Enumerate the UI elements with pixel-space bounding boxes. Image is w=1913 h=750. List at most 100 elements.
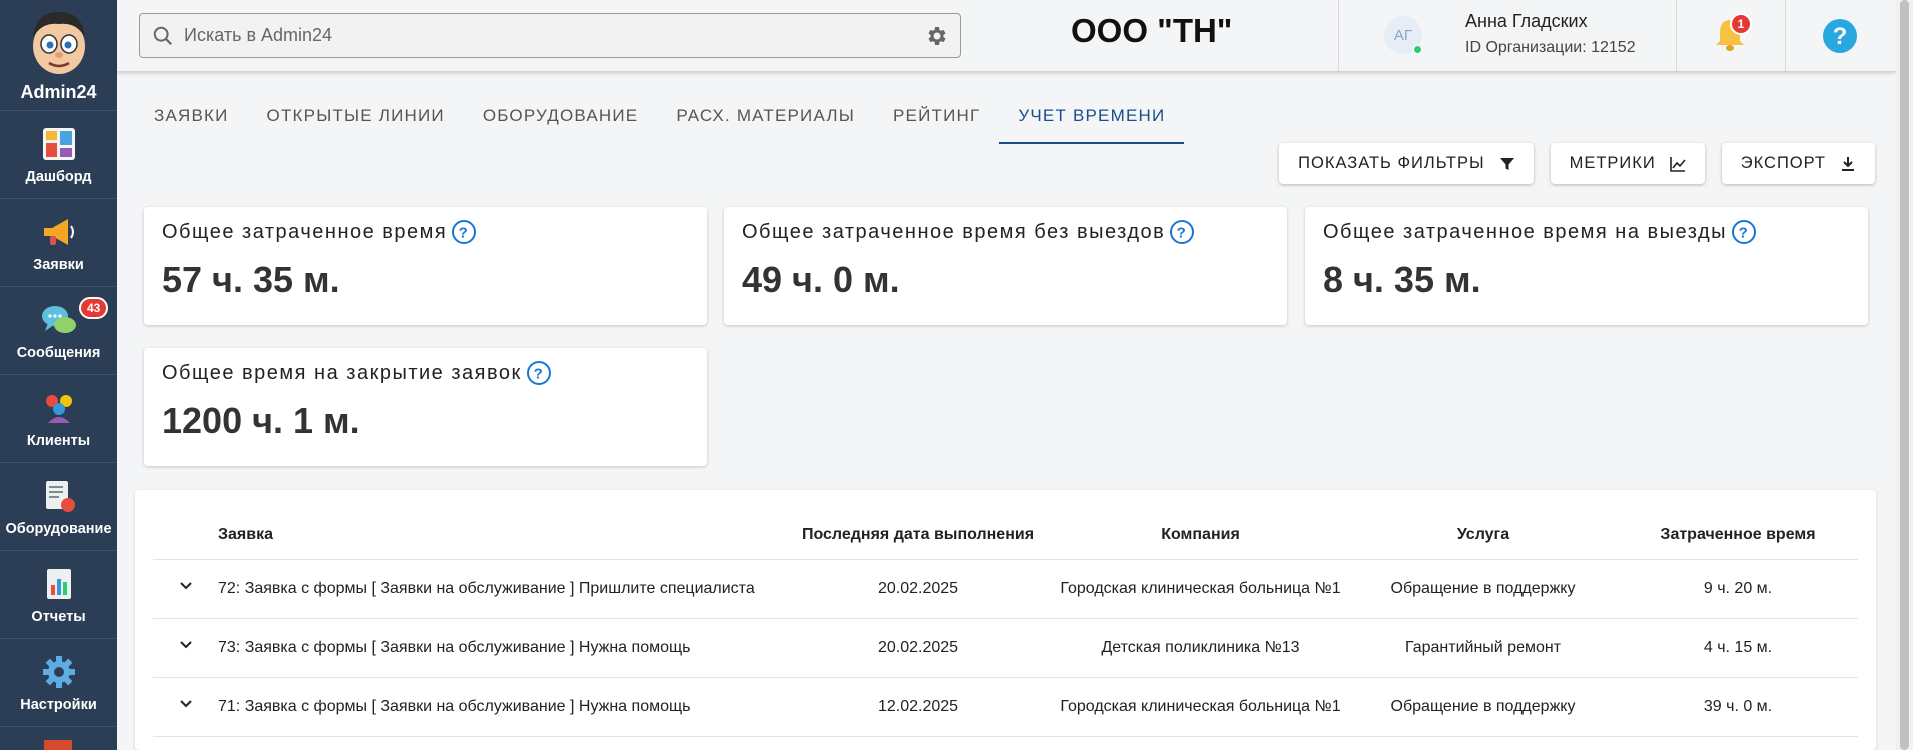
sidebar-item-label: Клиенты — [26, 432, 91, 449]
metric-card-closing-time: Общее время на закрытие заявок ? 1200 ч.… — [144, 348, 707, 466]
notifications-badge: 1 — [1730, 13, 1752, 35]
sidebar-item-label: Сообщения — [16, 344, 101, 361]
cell-time-spent: 39 ч. 0 м. — [1618, 677, 1858, 737]
tab-rating[interactable]: Рейтинг — [874, 90, 999, 142]
expand-column-header — [153, 512, 218, 560]
metric-value: 49 ч. 0 м. — [742, 259, 900, 300]
header-divider — [1785, 0, 1786, 71]
sidebar-item-requests[interactable]: Заявки — [0, 199, 117, 287]
help-icon[interactable]: ? — [1822, 18, 1858, 54]
export-label: Экспорт — [1740, 154, 1826, 172]
cell-request: 73: Заявка с формы [ Заявки на обслужива… — [218, 618, 783, 678]
metric-card-total-time: Общее затраченное время ? 57 ч. 35 м. — [144, 207, 707, 325]
help-circle-icon[interactable]: ? — [526, 360, 552, 386]
metrics-button[interactable]: Метрики — [1550, 143, 1705, 184]
help-circle-icon[interactable]: ? — [451, 219, 477, 245]
clients-icon — [45, 394, 72, 423]
sidebar-item-label: Настройки — [20, 696, 97, 713]
search-input[interactable]: Искать в Admin24 — [139, 13, 961, 58]
metric-card-time-on-trips: Общее затраченное время на выезды ? 8 ч.… — [1305, 207, 1868, 325]
tab-time-tracking[interactable]: Учет времени — [999, 90, 1185, 144]
cell-service: Обращение в поддержку — [1348, 677, 1618, 737]
brand[interactable]: Admin24 — [0, 0, 117, 111]
search-settings-gear-icon[interactable] — [924, 24, 948, 48]
sidebar-item-messages[interactable]: Сообщения 43 — [0, 287, 117, 375]
sidebar-item-label: Оборудование — [5, 520, 112, 537]
sidebar-more-item[interactable] — [44, 740, 72, 750]
cell-request: 72: Заявка с формы [ Заявки на обслужива… — [218, 559, 783, 619]
sidebar-item-label: Отчеты — [31, 608, 86, 625]
show-filters-label: Показать фильтры — [1298, 154, 1485, 172]
metric-title: Общее затраченное время — [162, 220, 448, 243]
cell-time-spent: 4 ч. 15 м. — [1618, 618, 1858, 678]
sidebar: Admin24 Дашборд Заявки Сообщения 43 Клие… — [0, 0, 117, 750]
scrollbar-thumb[interactable] — [1900, 0, 1909, 750]
cell-time-spent: 9 ч. 20 м. — [1618, 559, 1858, 619]
user-name[interactable]: Анна Гладских — [1465, 11, 1588, 32]
filter-icon — [1499, 157, 1514, 170]
sidebar-item-clients[interactable]: Клиенты — [0, 375, 117, 463]
dashboard-icon — [42, 127, 75, 160]
tab-open-lines[interactable]: Открытые линии — [248, 90, 464, 142]
reports-icon — [46, 568, 71, 599]
help-circle-icon[interactable]: ? — [1731, 219, 1757, 245]
cell-last-date: 20.02.2025 — [783, 559, 1053, 619]
avatar-mascot-icon — [32, 12, 85, 74]
sidebar-item-settings[interactable]: Настройки — [0, 639, 117, 727]
metrics-label: Метрики — [1569, 154, 1656, 172]
export-button[interactable]: Экспорт — [1721, 143, 1875, 184]
toolbar-actions: Показать фильтры Метрики Экспорт — [1279, 143, 1875, 184]
time-tracking-table: Заявка Последняя дата выполнения Компани… — [153, 512, 1858, 737]
messages-badge: 43 — [79, 297, 109, 319]
cell-request: 71: Заявка с формы [ Заявки на обслужива… — [218, 677, 783, 737]
organization-id: ID Организации: 12152 — [1465, 39, 1636, 56]
header-divider — [1676, 0, 1677, 71]
metric-title: Общее время на закрытие заявок — [162, 361, 522, 384]
metric-value: 57 ч. 35 м. — [162, 259, 340, 300]
sidebar-item-equipment[interactable]: Оборудование — [0, 463, 117, 551]
tab-bar: Заявки Открытые линии Оборудование Расх.… — [135, 90, 1185, 144]
svg-text:?: ? — [1177, 225, 1188, 242]
page-scrollbar[interactable] — [1896, 0, 1913, 750]
tab-consumables[interactable]: Расх. материалы — [657, 90, 874, 142]
help-circle-icon[interactable]: ? — [1169, 219, 1195, 245]
chevron-down-icon[interactable] — [172, 690, 200, 718]
chevron-down-icon[interactable] — [172, 572, 200, 600]
equipment-icon — [45, 480, 75, 512]
table-row[interactable]: 72: Заявка с формы [ Заявки на обслужива… — [153, 559, 1858, 619]
cell-company: Детская поликлиника №13 — [1053, 618, 1348, 678]
column-header-service[interactable]: Услуга — [1348, 512, 1618, 560]
svg-text:?: ? — [459, 225, 470, 242]
column-header-request[interactable]: Заявка — [218, 512, 783, 560]
cell-company: Городская клиническая больница №1 — [1053, 559, 1348, 619]
chat-bubbles-icon — [41, 305, 76, 333]
table-row[interactable]: 71: Заявка с формы [ Заявки на обслужива… — [153, 677, 1858, 737]
column-header-time-spent[interactable]: Затраченное время — [1618, 512, 1858, 560]
sidebar-item-reports[interactable]: Отчеты — [0, 551, 117, 639]
table-header-row: Заявка Последняя дата выполнения Компани… — [153, 512, 1858, 560]
column-header-last-date[interactable]: Последняя дата выполнения — [783, 512, 1053, 560]
cell-company: Городская клиническая больница №1 — [1053, 677, 1348, 737]
header-divider — [1338, 0, 1339, 71]
cell-service: Обращение в поддержку — [1348, 559, 1618, 619]
cell-service: Гарантийный ремонт — [1348, 618, 1618, 678]
download-icon — [1842, 156, 1854, 171]
tab-requests[interactable]: Заявки — [135, 90, 248, 142]
chevron-down-icon[interactable] — [172, 631, 200, 659]
column-header-company[interactable]: Компания — [1053, 512, 1348, 560]
sidebar-item-dashboard[interactable]: Дашборд — [0, 111, 117, 199]
show-filters-button[interactable]: Показать фильтры — [1279, 143, 1534, 184]
svg-text:?: ? — [1833, 23, 1848, 50]
metric-title: Общее затраченное время на выезды — [1323, 220, 1727, 243]
metric-title: Общее затраченное время без выездов — [742, 220, 1166, 243]
search-placeholder: Искать в Admin24 — [184, 25, 333, 45]
table-row[interactable]: 73: Заявка с формы [ Заявки на обслужива… — [153, 618, 1858, 678]
svg-text:?: ? — [533, 366, 544, 383]
time-tracking-table-card: Заявка Последняя дата выполнения Компани… — [135, 490, 1876, 750]
tab-equipment[interactable]: Оборудование — [464, 90, 658, 142]
brand-name: Admin24 — [20, 82, 97, 102]
metric-value: 1200 ч. 1 м. — [162, 400, 360, 441]
organization-title: ООО "ТН" — [1071, 12, 1233, 49]
svg-text:?: ? — [1739, 225, 1750, 242]
online-status-dot — [1413, 45, 1422, 54]
